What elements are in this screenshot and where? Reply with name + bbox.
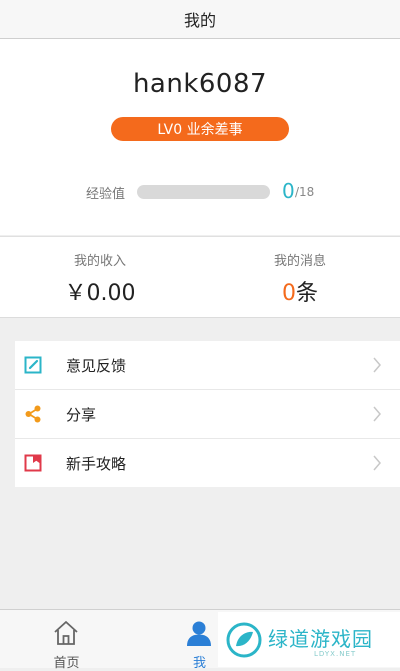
watermark-text: 绿道游戏园 (268, 627, 373, 651)
exp-total: /18 (295, 185, 315, 199)
menu-item-label: 新手攻略 (66, 454, 127, 473)
messages-unit: 条 (295, 281, 318, 306)
menu-list: 意见反馈 分享 新手攻略 (15, 341, 400, 487)
menu-item-share[interactable]: 分享 (15, 390, 400, 438)
exp-label: 经验值 (86, 187, 126, 202)
watermark-logo-icon (226, 622, 262, 658)
bookmark-guide-icon (24, 454, 42, 472)
watermark: 绿道游戏园 LDYX.NET (218, 612, 400, 667)
exp-value: 0 (282, 179, 295, 203)
messages-value: 0条 (200, 275, 400, 307)
home-icon (52, 620, 80, 646)
messages-stat[interactable]: 我的消息 0条 (200, 237, 400, 317)
menu-item-feedback[interactable]: 意见反馈 (15, 341, 400, 389)
income-value: ￥0.00 (64, 281, 136, 306)
profile-card: hank6087 LV0 业余差事 经验值 0 /18 (0, 39, 400, 235)
page-title: 我的 (183, 11, 216, 30)
username: hank6087 (132, 69, 268, 99)
person-icon (185, 620, 213, 646)
share-icon (24, 405, 42, 423)
chevron-right-icon (372, 455, 382, 471)
tab-label: 首页 (53, 656, 80, 671)
tab-home[interactable]: 首页 (0, 610, 133, 671)
top-bar: 我的 (0, 0, 400, 39)
level-badge: LV0 业余差事 (111, 117, 289, 141)
menu-item-label: 分享 (66, 405, 97, 424)
menu-item-guide[interactable]: 新手攻略 (15, 439, 400, 487)
chevron-right-icon (372, 357, 382, 373)
messages-count: 0 (281, 281, 296, 306)
watermark-subtext: LDYX.NET (314, 650, 357, 658)
exp-progress-bar (137, 185, 270, 199)
menu-item-label: 意见反馈 (66, 356, 127, 375)
chevron-right-icon (372, 406, 382, 422)
stats-row: 我的收入 ￥0.00 我的消息 0条 (0, 236, 400, 318)
feedback-edit-icon (24, 356, 42, 374)
income-stat[interactable]: 我的收入 ￥0.00 (0, 237, 200, 317)
income-label: 我的收入 (73, 254, 126, 269)
messages-label: 我的消息 (273, 254, 326, 269)
